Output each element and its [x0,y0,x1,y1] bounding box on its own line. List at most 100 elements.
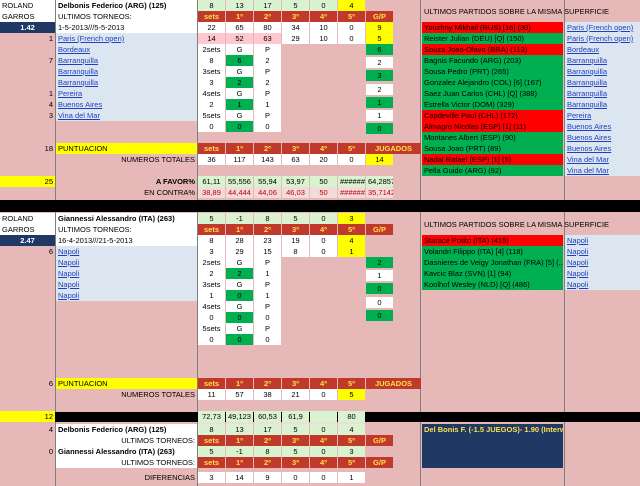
recent-tournament-link[interactable]: Paris (French open) [565,33,640,44]
sets-lost: 2 [254,77,281,88]
tournament-count: 4 [48,100,53,109]
header-s4: 4º [310,143,337,154]
summary-header: 4º [310,435,337,446]
summary-header: 4º [310,457,337,468]
sets-label: 2sets [198,44,225,55]
tournament-count: 3 [48,111,53,120]
recent-tournament-link[interactable]: Paris (French open) [565,22,640,33]
sets-label: 4sets [198,88,225,99]
recent-tournament-link[interactable]: Barranquilla [565,55,640,66]
header-s5: 5º [338,143,365,154]
tournament-link[interactable]: Vina del Mar [56,110,197,121]
totales-label: NUMEROS TOTALES [121,390,195,399]
summary-p1-value: 0 [310,424,337,435]
tournament-count: 1 [48,89,53,98]
tournament-link[interactable]: Napoli [56,257,197,268]
recent-match: Gonzalez Alejandro (COL) [6] (167) [422,77,563,88]
recent-title: ULTIMOS PARTIDOS SOBRE LA MISMA SUPERFIC… [424,220,610,229]
sets-total: 2 [198,268,225,279]
header-s1: 1º [226,11,253,22]
tournament-link[interactable]: Napoli [56,268,197,279]
diferencia-value: 9 [254,472,281,483]
tournament-link[interactable]: Pereira [56,88,197,99]
recent-tournament-link[interactable]: Napoli [565,257,640,268]
tournament-link[interactable]: Barranquilla [56,77,197,88]
puntuacion-label: PUNTUACION [56,143,197,154]
recent-tournament-link[interactable]: Napoli [565,268,640,279]
summary-header: 1º [226,457,253,468]
tournament-link[interactable]: Bordeaux [56,44,197,55]
recent-tournament-link[interactable]: Vina del Mar [565,165,640,176]
recent-tournament-link[interactable]: Pereira [565,110,640,121]
puntuacion-count: 6 [48,379,53,388]
header-s1: 1º [226,143,253,154]
afavor-value: 80 [338,411,365,422]
p-label: P [254,301,281,312]
recent-tournament-link[interactable]: Napoli [565,246,640,257]
summary-p2-value: -1 [226,446,253,457]
encontra-value: 38,89 [198,187,225,198]
p-label: P [254,44,281,55]
sets-total: 0 [198,121,225,132]
sets-label: 5sets [198,323,225,334]
recent-tournament-link[interactable]: Napoli [565,279,640,290]
header-s2: 2º [254,11,281,22]
tournament-count [0,77,55,88]
result-row1: 19 [282,235,309,246]
sets-won: 2 [226,268,253,279]
top-stat: 0 [310,213,337,224]
result-row2: 14 [198,33,225,44]
header-s4: 4º [310,224,337,235]
sets-total: 2 [198,99,225,110]
sets-label: 4sets [198,301,225,312]
recent-tournament-link[interactable]: Buenos Aires [565,143,640,154]
recent-tournament-link[interactable]: Buenos Aires [565,121,640,132]
encontra-value: 50 [310,187,337,198]
summary-p2-value: 5 [282,446,309,457]
header-s5: 5º [338,11,365,22]
recent-match: Estrella Victor (DOM) (329) [422,99,563,110]
summary-ultimos-label: ULTIMOS TORNEOS: [56,435,197,446]
header-s2: 2º [254,143,281,154]
recent-tournament-link[interactable]: Napoli [565,235,640,246]
odds-value: 1.42 [0,22,55,33]
dates-range: 16-4-2013///21-5-2013 [56,235,197,246]
afavor-value: 72,73 [198,411,225,422]
summary-header: 2º [254,435,281,446]
recent-tournament-link[interactable]: Bordeaux [565,44,640,55]
tournament-link[interactable]: Barranquilla [56,66,197,77]
recent-match: Dasnieres de Veigy Jonathan (FRA) [5] (.… [422,257,563,268]
summary-p2-name: Giannessi Alessandro (ITA) (263) [56,446,197,457]
tournament-link[interactable]: Napoli [56,290,197,301]
recent-tournament-link[interactable]: Buenos Aires [565,132,640,143]
tournament-count [0,66,55,77]
recent-tournament-link[interactable]: Vina del Mar [565,154,640,165]
recent-match: Capdeville Paul (CHL) (172) [422,110,563,121]
sets-lost: 2 [254,55,281,66]
tournament-link[interactable]: Buenos Aires [56,99,197,110]
header-gp: G/P [366,224,393,235]
tournament-link[interactable]: Barranquilla [56,55,197,66]
recent-title: ULTIMOS PARTIDOS SOBRE LA MISMA SUPERFIC… [424,7,610,16]
total-value: 14 [366,154,393,165]
sets-total: 8 [198,55,225,66]
tournament-link[interactable]: Napoli [56,279,197,290]
top-stat: 13 [226,0,253,11]
recent-tournament-link[interactable]: Barranquilla [565,77,640,88]
sets-label: 3sets [198,66,225,77]
tournament-link[interactable]: Napoli [56,246,197,257]
recent-tournament-link[interactable]: Barranquilla [565,99,640,110]
recent-match: Nadal Rafael (ESP) [1] (5) [422,154,563,165]
result-row2: 10 [310,33,337,44]
tournament-count [0,257,55,268]
tournament-count: 1 [48,34,53,43]
sets-lost: 0 [254,121,281,132]
result-row2: 29 [226,246,253,257]
recent-match: Pella Guido (ARG) (92) [422,165,563,176]
recent-tournament-link[interactable]: Barranquilla [565,88,640,99]
header-s1: 1º [226,378,253,389]
sets-total: 3 [198,77,225,88]
recent-tournament-link[interactable]: Barranquilla [565,66,640,77]
tournament-link[interactable]: Paris (French open) [56,33,197,44]
recent-match: Almagro Nicolas (ESP) [1] (11) [422,121,563,132]
